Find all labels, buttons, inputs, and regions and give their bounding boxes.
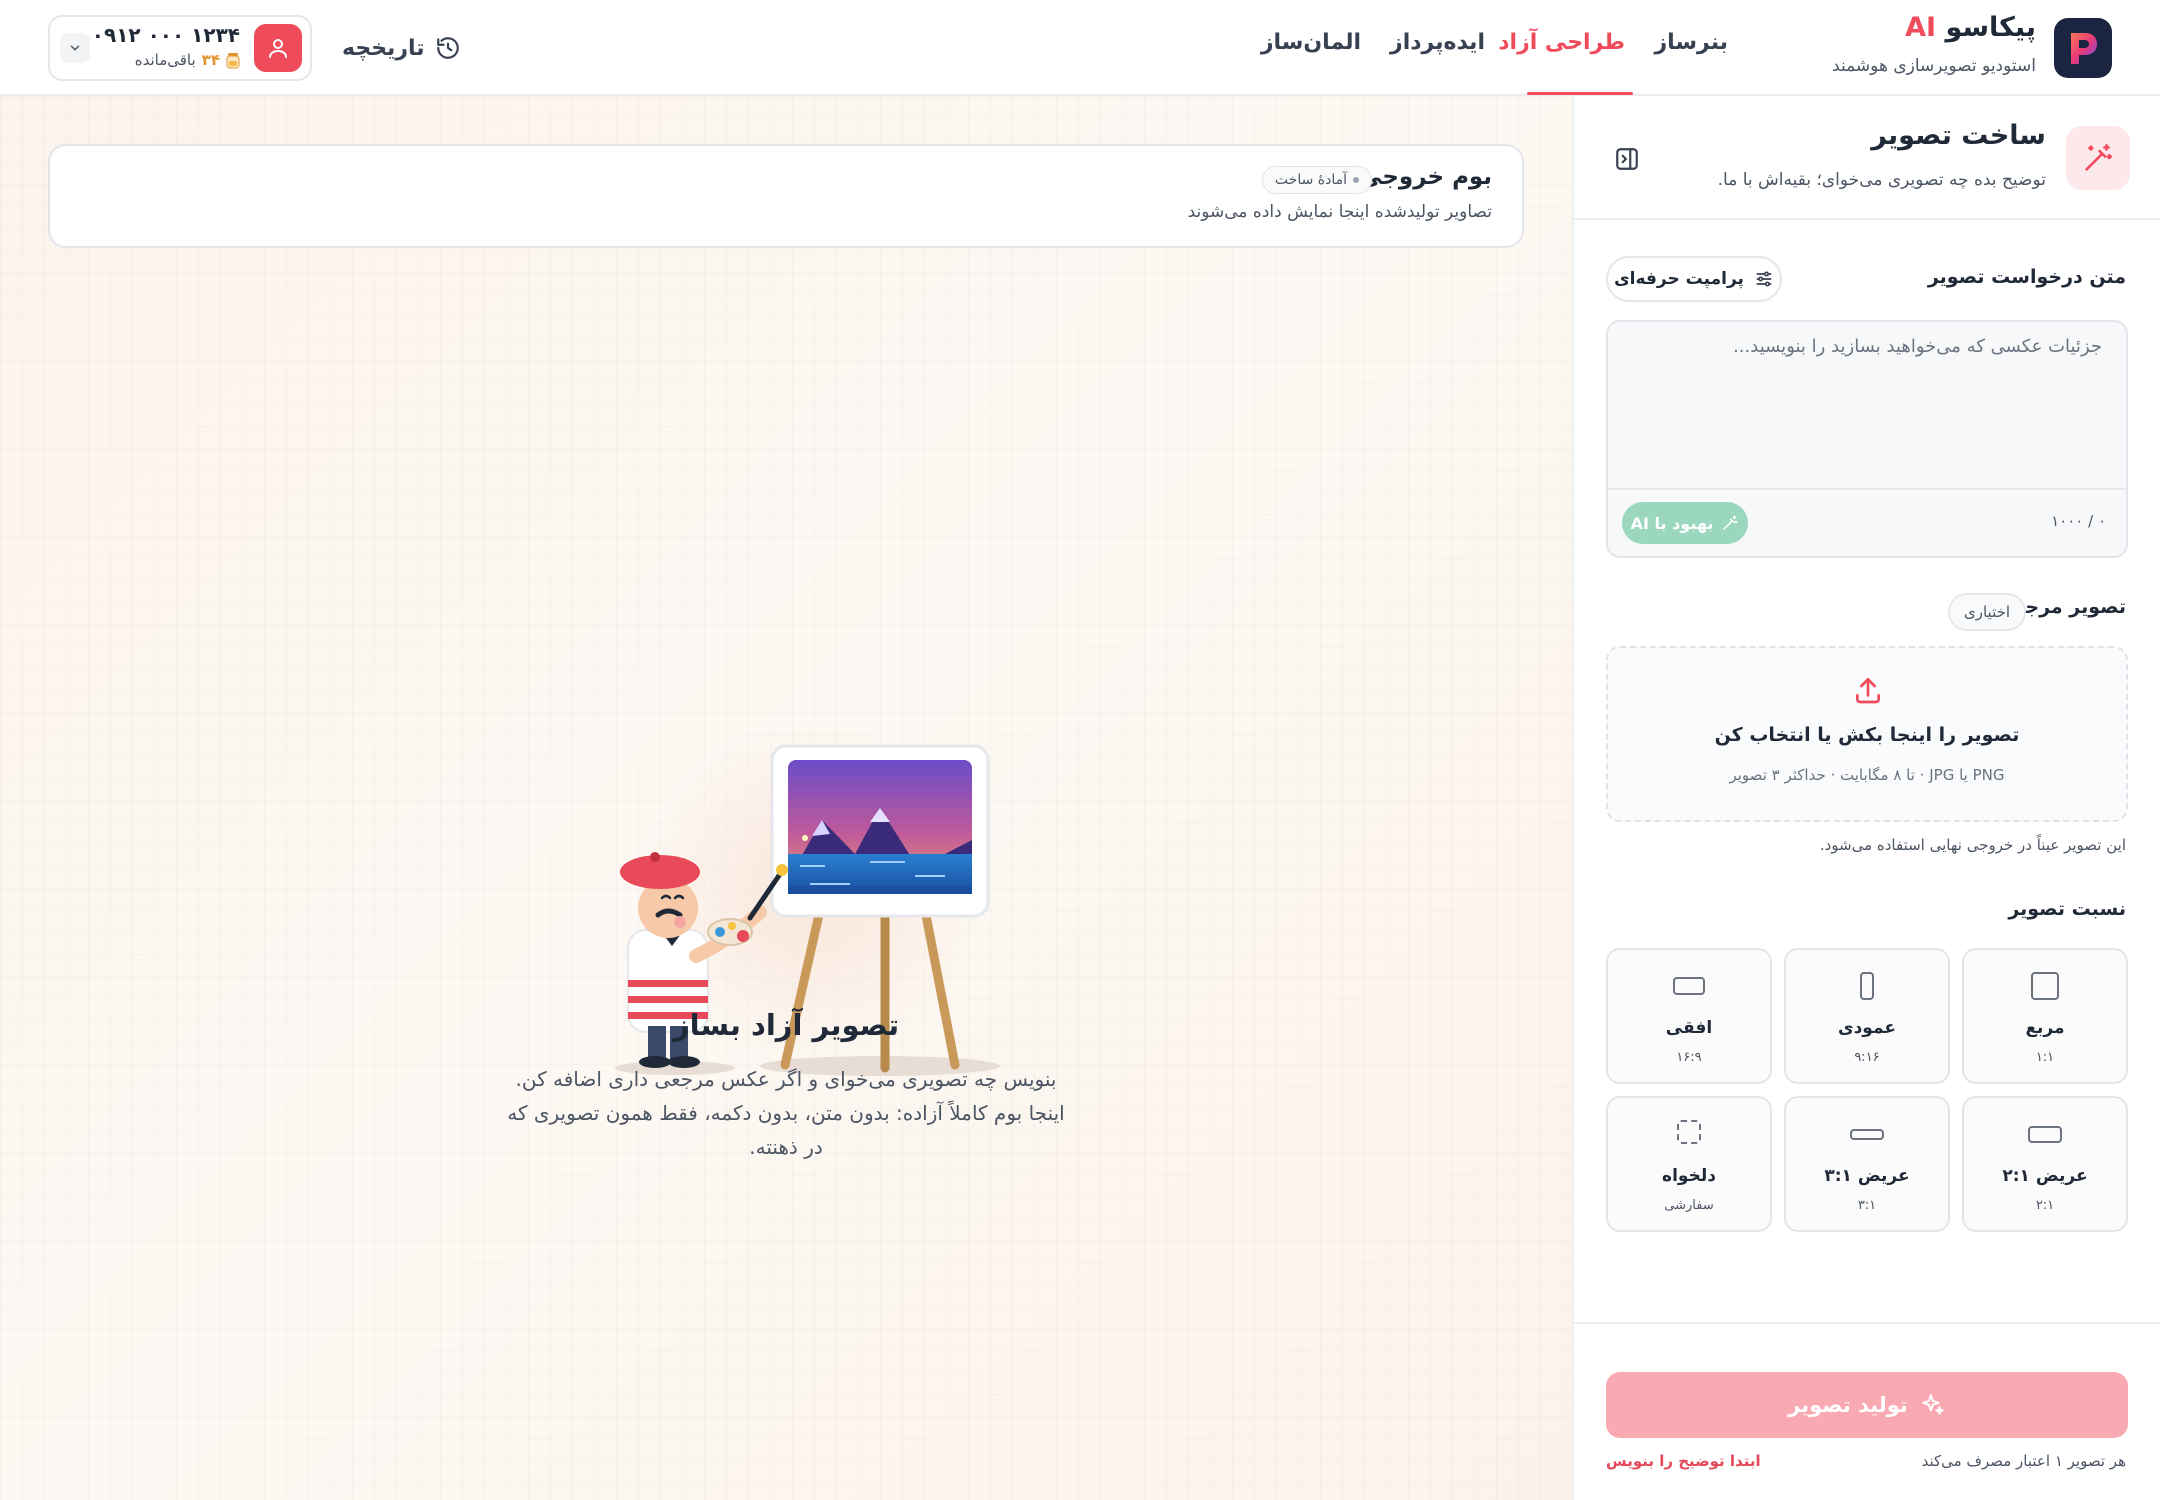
status-dot [1353,177,1359,183]
prompt-label: متن درخواست تصویر [1927,266,2126,288]
ratio-landscape-option[interactable]: افقی ۱۶:۹ [1606,948,1772,1084]
pro-prompt-button[interactable]: پرامپت حرفه‌ای [1606,256,1782,302]
brand-title: پیکاسو AI [1905,12,2036,43]
ratio-square-option[interactable]: مربع ۱:۱ [1962,948,2128,1084]
upload-icon [1856,678,1880,704]
ratio-value: ۱:۱ [2035,1050,2055,1065]
pro-prompt-label: پرامپت حرفه‌ای [1614,269,1744,289]
enhance-ai-button[interactable]: بهبود با AI [1622,502,1748,544]
logo-p-icon [2071,33,2097,64]
status-badge-label: آمادهٔ ساخت [1274,172,1347,188]
ratio-name: مربع [2025,1018,2065,1038]
account-dropdown-toggle[interactable] [60,33,90,63]
generate-label: تولید تصویر [1788,1393,1908,1417]
landscape-icon [1673,977,1705,995]
ratio-custom-option[interactable]: دلخواه سفارشی [1606,1096,1772,1232]
prompt-input[interactable] [1608,322,2126,488]
prompt-footer: ۰ / ۱۰۰۰ بهبود با AI [1608,488,2126,556]
ratio-portrait-option[interactable]: عمودی ۹:۱۶ [1784,948,1950,1084]
canvas-subtitle: تصاویر تولیدشده اینجا نمایش داده می‌شوند [1187,202,1492,222]
panel-subtitle: توضیح بده چه تصویری می‌خوای؛ بقیه‌اش با … [1717,170,2046,190]
ratio-value: ۹:۱۶ [1854,1050,1880,1065]
reference-note: این تصویر عیناً در خروجی نهایی استفاده م… [1819,836,2126,854]
canvas-title: بوم خروجی [1359,164,1492,190]
sliders-icon [1756,271,1772,287]
magic-wand-icon [2085,143,2113,171]
validation-warning: ابتدا توضیح را بنویس [1606,1452,1761,1470]
upload-hint: PNG یا JPG · تا ۸ مگابایت · حداکثر ۳ تصو… [1729,766,2005,784]
ratio-value: ۳:۱ [1857,1198,1877,1213]
account-phone: ۰۹۱۲ ۰۰۰ ۱۲۳۴ [91,23,240,47]
user-icon [269,39,287,58]
prompt-box: ۰ / ۱۰۰۰ بهبود با AI [1606,320,2128,558]
ratio-name: عمودی [1838,1018,1896,1038]
collapse-panel-icon[interactable] [1614,146,1640,172]
status-badge: آمادهٔ ساخت [1261,166,1372,194]
panel-header-badge [2066,126,2130,190]
aspect-label: نسبت تصویر [2008,898,2126,920]
credit-value: ۳۴ [201,51,220,69]
ratio-wide-3-1-option[interactable]: عریض ۳:۱ ۳:۱ [1784,1096,1950,1232]
top-header: پیکاسو AI استودیو تصویرسازی هوشمند بنرسا… [0,0,2160,96]
ratio-value: ۲:۱ [2035,1198,2055,1213]
sparkles-icon [1922,1394,1944,1415]
ratio-wide-2-1-option[interactable]: عریض ۲:۱ ۲:۱ [1962,1096,2128,1232]
empty-state-description: بنویس چه تصویری می‌خوای و اگر عکس مرجعی … [507,1067,1065,1159]
nav-active-indicator [1527,92,1633,95]
ratio-name: عریض ۲:۱ [2002,1166,2088,1186]
enhance-label: بهبود با AI [1630,513,1714,533]
create-image-panel: ساخت تصویر توضیح بده چه تصویری می‌خوای؛ … [1572,96,2160,1500]
nav-banner-maker[interactable]: بنرساز [1655,30,1729,55]
nav-idea-maker[interactable]: ایده‌پرداز [1390,30,1485,55]
panel-footer-divider [1574,1322,2160,1324]
ratio-name: دلخواه [1662,1166,1716,1186]
credit-jar-icon [226,53,240,69]
history-icon [436,37,459,59]
history-label: تاریخچه [342,35,425,61]
history-button[interactable]: تاریخچه [342,28,461,68]
reference-label: تصویر مرجع [2012,596,2126,618]
panel-title: ساخت تصویر [1871,120,2046,151]
upload-title: تصویر را اینجا بکش یا انتخاب کن [1714,724,2020,746]
magic-wand-icon [1723,515,1738,530]
empty-state-title: تصویر آزاد بساز [672,1008,900,1042]
output-canvas-header: بوم خروجی آمادهٔ ساخت تصاویر تولیدشده ای… [48,144,1524,248]
reference-upload-dropzone[interactable]: تصویر را اینجا بکش یا انتخاب کن PNG یا J… [1606,646,2128,822]
char-counter: ۰ / ۱۰۰۰ [2051,512,2106,530]
panel-header: ساخت تصویر توضیح بده چه تصویری می‌خوای؛ … [1574,96,2160,220]
canvas-area: بوم خروجی آمادهٔ ساخت تصاویر تولیدشده ای… [0,96,1572,1500]
credit-label: باقی‌مانده [134,51,196,69]
ratio-name: افقی [1665,1018,1713,1038]
custom-ratio-icon [1677,1120,1701,1144]
square-icon [2031,972,2059,1000]
app-logo[interactable] [2054,18,2112,78]
ratio-value: ۱۶:۹ [1676,1050,1702,1065]
account-menu[interactable]: ۰۹۱۲ ۰۰۰ ۱۲۳۴ ۳۴ باقی‌مانده [48,15,312,81]
wide-2-1-icon [2028,1126,2062,1143]
credit-cost-note: هر تصویر ۱ اعتبار مصرف می‌کند [1921,1452,2126,1470]
user-avatar [254,24,302,72]
portrait-icon [1860,972,1874,1000]
brand-subtitle: استودیو تصویرسازی هوشمند [1832,56,2036,76]
wide-3-1-icon [1850,1129,1884,1140]
chevron-down-icon [70,45,80,51]
generate-image-button[interactable]: تولید تصویر [1606,1372,2128,1438]
credit-remaining: ۳۴ باقی‌مانده [135,51,240,69]
nav-free-design[interactable]: طراحی آزاد [1498,30,1625,55]
ratio-value: سفارشی [1664,1198,1714,1213]
optional-badge: اختیاری [1948,593,2027,631]
nav-element-maker[interactable]: المان‌ساز [1261,30,1361,55]
ratio-name: عریض ۳:۱ [1824,1166,1910,1186]
